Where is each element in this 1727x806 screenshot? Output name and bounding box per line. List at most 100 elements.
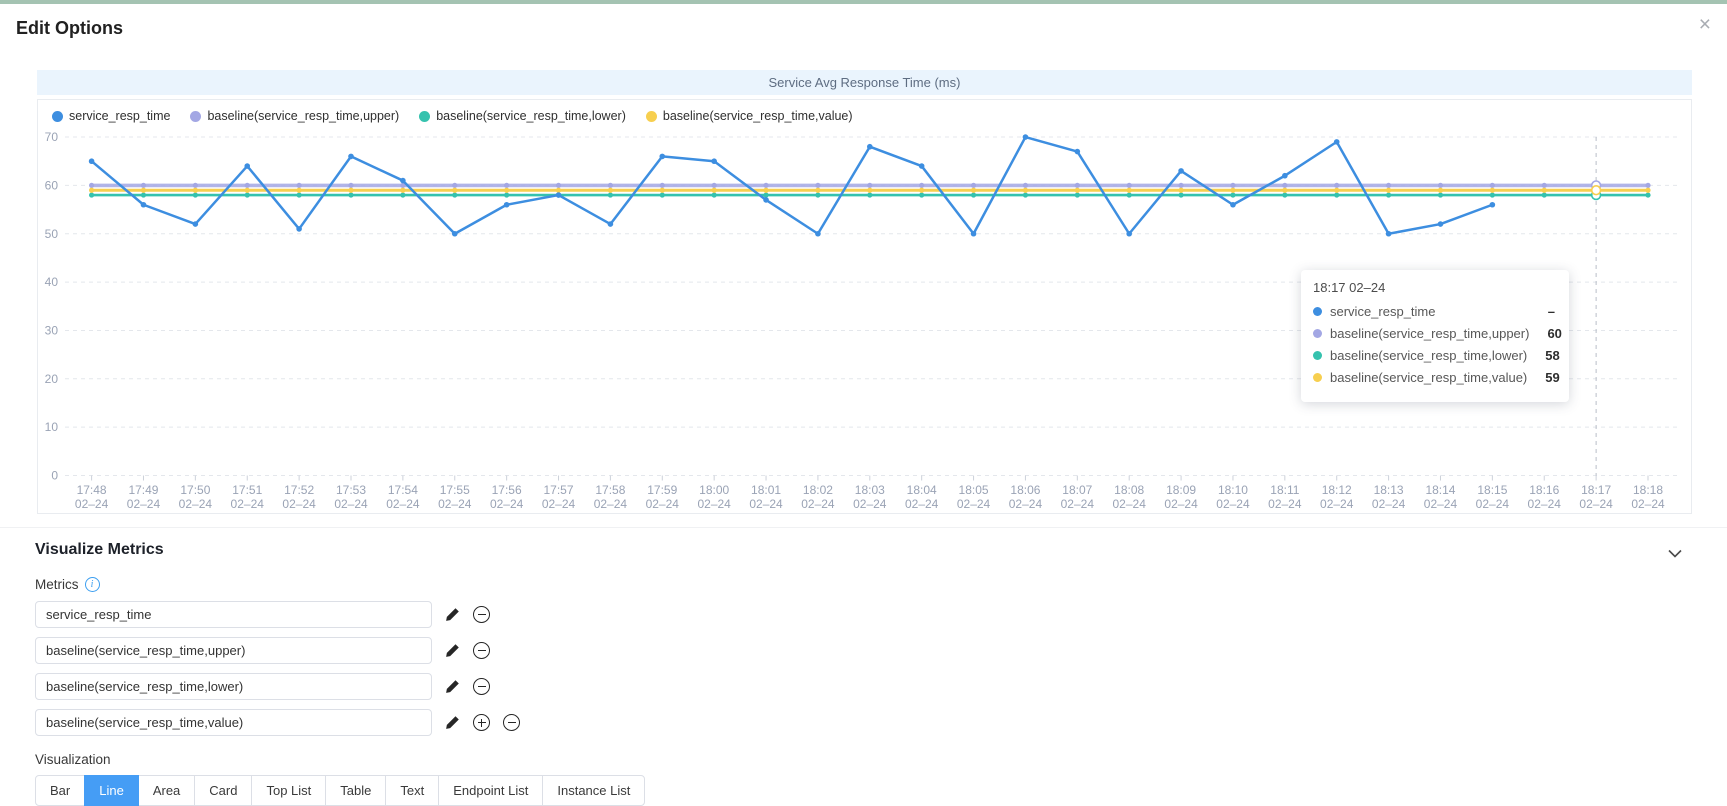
x-axis-date-label: 02–24 [1164, 497, 1198, 511]
series-point [1178, 192, 1183, 197]
visualize-metrics-heading-label: Visualize Metrics [35, 541, 164, 558]
series-point [348, 183, 353, 188]
metric-rows [35, 601, 1692, 736]
metric-row [35, 601, 1692, 628]
x-axis-date-label: 02–24 [749, 497, 783, 511]
series-point [1542, 188, 1547, 193]
x-axis-date-label: 02–24 [127, 497, 161, 511]
x-axis-time-label: 18:18 [1633, 483, 1663, 497]
series-point [452, 192, 457, 197]
viz-button-endpoint-list[interactable]: Endpoint List [438, 775, 543, 806]
viz-button-text[interactable]: Text [385, 775, 439, 806]
tooltip-series-name: baseline(service_resp_time,lower) [1330, 348, 1527, 363]
x-axis-date-label: 02–24 [853, 497, 887, 511]
x-axis-date-label: 02–24 [1579, 497, 1613, 511]
remove-metric-icon[interactable] [473, 678, 490, 695]
series-point [452, 231, 458, 237]
edit-metric-icon[interactable] [445, 607, 460, 622]
series-point [89, 183, 94, 188]
series-point [297, 192, 302, 197]
add-metric-icon[interactable] [473, 714, 490, 731]
page-title: Edit Options [16, 18, 123, 39]
x-axis-date-label: 02–24 [490, 497, 524, 511]
series-point [919, 188, 924, 193]
viz-button-instance-list[interactable]: Instance List [542, 775, 645, 806]
series-point [1334, 183, 1339, 188]
x-axis-date-label: 02–24 [334, 497, 368, 511]
series-point [1023, 192, 1028, 197]
series-point [660, 192, 665, 197]
x-axis-date-label: 02–24 [282, 497, 316, 511]
viz-button-area[interactable]: Area [138, 775, 195, 806]
series-point [348, 188, 353, 193]
series-point [712, 188, 717, 193]
x-axis-time-label: 18:12 [1322, 483, 1352, 497]
metrics-label: Metrics [35, 577, 79, 592]
series-point [1334, 192, 1339, 197]
legend-item[interactable]: baseline(service_resp_time,upper) [190, 109, 399, 123]
edit-metric-icon[interactable] [445, 679, 460, 694]
series-point [1230, 202, 1236, 208]
legend-item[interactable]: baseline(service_resp_time,value) [646, 109, 853, 123]
remove-metric-icon[interactable] [503, 714, 520, 731]
series-point [193, 192, 198, 197]
viz-button-bar[interactable]: Bar [35, 775, 85, 806]
x-axis-time-label: 18:03 [855, 483, 885, 497]
series-point [1490, 192, 1495, 197]
y-axis-tick-label: 30 [45, 323, 59, 337]
metric-input[interactable] [35, 637, 432, 664]
x-axis-time-label: 18:17 [1581, 483, 1611, 497]
series-point [556, 188, 561, 193]
tooltip-row: baseline(service_resp_time,lower)58 [1313, 348, 1555, 363]
tooltip-series-dot-icon [1313, 373, 1322, 382]
info-icon[interactable]: i [85, 577, 100, 592]
series-point [297, 183, 302, 188]
viz-button-line[interactable]: Line [84, 775, 139, 806]
visualize-metrics-heading: Visualize Metrics [35, 541, 1692, 559]
series-point [400, 188, 405, 193]
remove-metric-icon[interactable] [473, 606, 490, 623]
series-point [1075, 183, 1080, 188]
x-axis-date-label: 02–24 [1320, 497, 1354, 511]
series-point [297, 188, 302, 193]
x-axis-time-label: 17:48 [77, 483, 107, 497]
series-point [504, 192, 509, 197]
remove-metric-icon[interactable] [473, 642, 490, 659]
edit-metric-icon[interactable] [445, 715, 460, 730]
x-axis-date-label: 02–24 [1009, 497, 1043, 511]
x-axis-date-label: 02–24 [179, 497, 213, 511]
series-point [193, 221, 199, 227]
legend-item[interactable]: baseline(service_resp_time,lower) [419, 109, 626, 123]
chart-panel: Service Avg Response Time (ms) service_r… [37, 70, 1692, 514]
viz-button-top-list[interactable]: Top List [251, 775, 326, 806]
x-axis-time-label: 17:49 [128, 483, 158, 497]
series-point [1438, 188, 1443, 193]
viz-button-table[interactable]: Table [325, 775, 386, 806]
x-axis-date-label: 02–24 [905, 497, 939, 511]
tooltip-series-value: – [1530, 304, 1555, 319]
x-axis-date-label: 02–24 [594, 497, 628, 511]
metric-input[interactable] [35, 601, 432, 628]
series-point [1282, 183, 1287, 188]
metric-input[interactable] [35, 673, 432, 700]
series-point [504, 188, 509, 193]
chevron-down-icon[interactable] [1668, 545, 1682, 563]
close-icon[interactable]: × [1699, 14, 1711, 35]
tooltip-series-dot-icon [1313, 351, 1322, 360]
x-axis-time-label: 17:58 [595, 483, 625, 497]
edit-metric-icon[interactable] [445, 643, 460, 658]
series-point [763, 188, 768, 193]
y-axis-tick-label: 20 [45, 372, 59, 386]
series-point [193, 183, 198, 188]
viz-button-card[interactable]: Card [194, 775, 252, 806]
legend-dot-icon [419, 111, 430, 122]
legend-item[interactable]: service_resp_time [52, 109, 170, 123]
series-point [1178, 168, 1184, 174]
series-point [1542, 192, 1547, 197]
chart-area[interactable]: service_resp_time baseline(service_resp_t… [37, 99, 1692, 514]
x-axis-time-label: 18:02 [803, 483, 833, 497]
metric-input[interactable] [35, 709, 432, 736]
series-point [141, 202, 147, 208]
chart-legend: service_resp_time baseline(service_resp_t… [52, 109, 853, 123]
series-point [556, 192, 562, 198]
